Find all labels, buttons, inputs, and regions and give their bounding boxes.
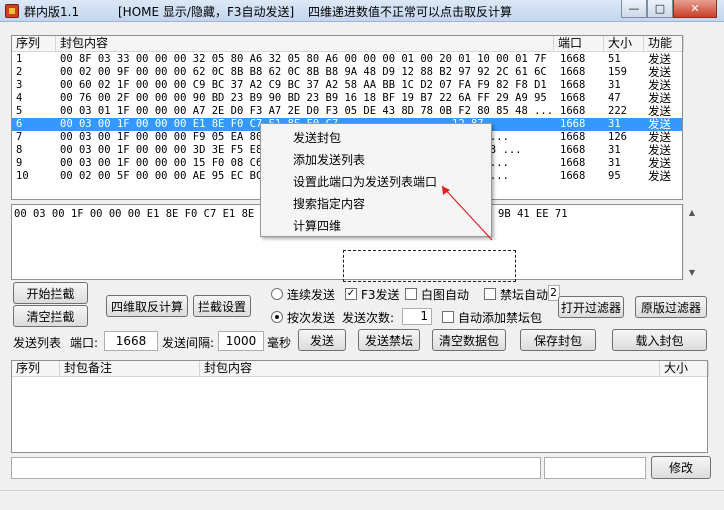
annotation-arrow-layer [441,185,493,241]
annotation-arrow [441,185,493,241]
